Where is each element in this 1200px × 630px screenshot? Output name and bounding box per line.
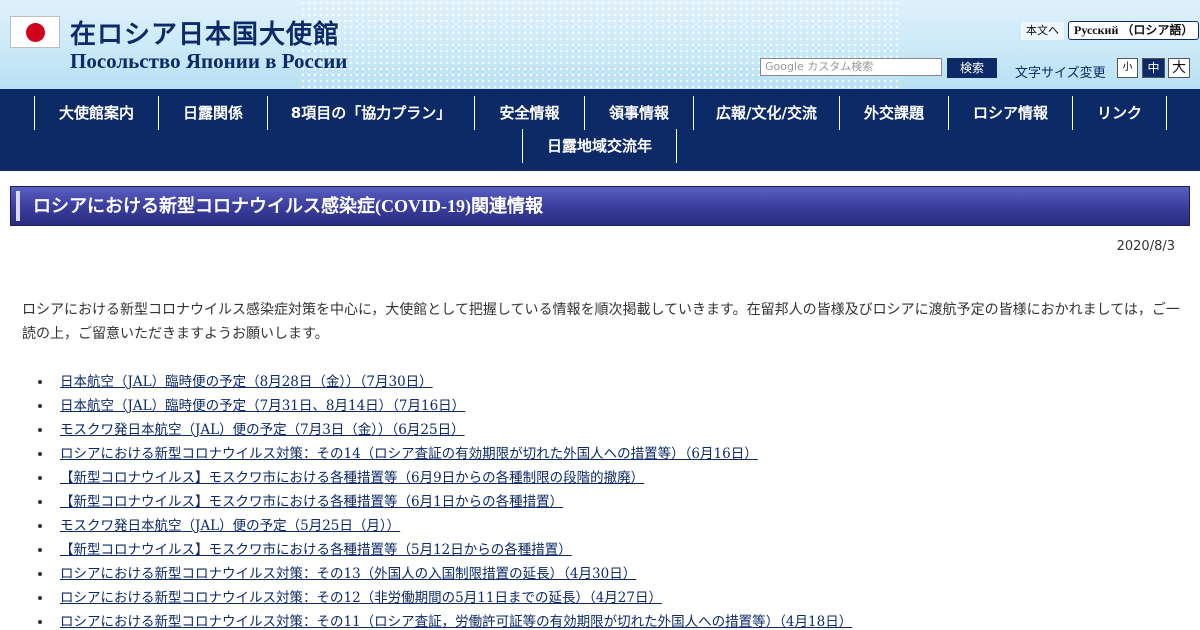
list-item: 【新型コロナウイルス】モスクワ市における各種措置等（5月12日からの各種措置） [38,538,1188,562]
news-link-list: 日本航空（JAL）臨時便の予定（8月28日（金））（7月30日） 日本航空（JA… [38,370,1188,630]
intro-text: ロシアにおける新型コロナウイルス感染症対策を中心に，大使館として把握している情報… [22,302,1180,342]
list-item: ロシアにおける新型コロナウイルス対策：その13（外国人の入国制限措置の延長）（4… [38,562,1188,586]
news-link[interactable]: 【新型コロナウイルス】モスクワ市における各種措置等（5月12日からの各種措置） [60,542,572,558]
bullet-icon [38,524,42,528]
nav-item-exchange-year[interactable]: 日露地域交流年 [522,129,677,163]
list-item: 【新型コロナウイルス】モスクワ市における各種措置等（6月1日からの各種措置） [38,490,1188,514]
bullet-icon [38,500,42,504]
news-link[interactable]: ロシアにおける新型コロナウイルス対策：その12（非労働期間の5月11日までの延長… [60,590,662,606]
bullet-icon [38,476,42,480]
news-link[interactable]: 日本航空（JAL）臨時便の予定（7月31日、8月14日）（7月16日） [60,398,465,414]
news-link[interactable]: 【新型コロナウイルス】モスクワ市における各種措置等（6月1日からの各種措置） [60,494,563,510]
news-link[interactable]: ロシアにおける新型コロナウイルス対策：その11（ロシア査証，労働許可証等の有効期… [60,614,852,630]
list-item: 日本航空（JAL）臨時便の予定（8月28日（金））（7月30日） [38,370,1188,394]
post-date: 2020/8/3 [1116,239,1175,254]
nav-item-links[interactable]: リンク [1072,96,1167,130]
news-link[interactable]: ロシアにおける新型コロナウイルス対策：その14（ロシア査証の有効期限が切れた外国… [60,446,758,462]
japan-flag-icon [10,16,60,48]
search-button[interactable]: 検索 [947,58,997,78]
site-title-ru: Посольство Японии в России [70,49,348,73]
nav-item-russia-info[interactable]: ロシア情報 [948,96,1072,130]
nav-item-diplomacy[interactable]: 外交課題 [839,96,948,130]
main-nav: 大使館案内 日露関係 8項目の「協力プラン」 安全情報 領事情報 広報/文化/交… [0,89,1200,171]
bullet-icon [38,404,42,408]
font-size-large-button[interactable]: 大 [1168,58,1190,78]
site-title-ja[interactable]: 在ロシア日本国大使館 [70,14,340,51]
site-header: 在ロシア日本国大使館 Посольство Японии в России 本文… [0,0,1200,89]
list-item: モスクワ発日本航空（JAL）便の予定（7月3日（金））（6月25日） [38,418,1188,442]
bullet-icon [38,572,42,576]
list-item: モスクワ発日本航空（JAL）便の予定（5月25日（月）） [38,514,1188,538]
font-size-small-button[interactable]: 小 [1117,58,1138,78]
news-link[interactable]: モスクワ発日本航空（JAL）便の予定（5月25日（月）） [60,518,400,534]
list-item: ロシアにおける新型コロナウイルス対策：その12（非労働期間の5月11日までの延長… [38,586,1188,610]
nav-item-consular[interactable]: 領事情報 [584,96,693,130]
nav-item-cooperation-plan[interactable]: 8項目の「協力プラン」 [267,96,474,130]
news-link[interactable]: ロシアにおける新型コロナウイルス対策：その13（外国人の入国制限措置の延長）（4… [60,566,636,582]
news-link[interactable]: 日本航空（JAL）臨時便の予定（8月28日（金））（7月30日） [60,374,433,390]
list-item: ロシアにおける新型コロナウイルス対策：その14（ロシア査証の有効期限が切れた外国… [38,442,1188,466]
lang-japanese-link[interactable]: 本文へ [1021,22,1064,40]
page-title: ロシアにおける新型コロナウイルス感染症(COVID-19)関連情報 [33,196,543,216]
nav-item-safety[interactable]: 安全情報 [474,96,584,130]
lang-russian-link[interactable]: Русский （ロシア語） [1068,21,1200,40]
nav-item-embassy[interactable]: 大使館案内 [34,96,158,130]
bullet-icon [38,620,42,624]
list-item: 日本航空（JAL）臨時便の予定（7月31日、8月14日）（7月16日） [38,394,1188,418]
font-size-medium-button[interactable]: 中 [1142,58,1165,78]
heading-accent-bar [16,191,20,221]
nav-item-culture[interactable]: 広報/文化/交流 [693,96,839,130]
search-input[interactable]: Google カスタム検索 [760,58,942,76]
nav-item-relations[interactable]: 日露関係 [158,96,267,130]
list-item: ロシアにおける新型コロナウイルス対策：その11（ロシア査証，労働許可証等の有効期… [38,610,1188,630]
page-heading: ロシアにおける新型コロナウイルス感染症(COVID-19)関連情報 [10,186,1190,226]
bullet-icon [38,380,42,384]
bullet-icon [38,548,42,552]
bullet-icon [38,596,42,600]
news-link[interactable]: 【新型コロナウイルス】モスクワ市における各種措置等（6月9日からの各種制限の段階… [60,470,644,486]
bullet-icon [38,452,42,456]
news-link[interactable]: モスクワ発日本航空（JAL）便の予定（7月3日（金））（6月25日） [60,422,465,438]
list-item: 【新型コロナウイルス】モスクワ市における各種措置等（6月9日からの各種制限の段階… [38,466,1188,490]
bullet-icon [38,428,42,432]
font-size-label: 文字サイズ変更 [1015,66,1106,81]
